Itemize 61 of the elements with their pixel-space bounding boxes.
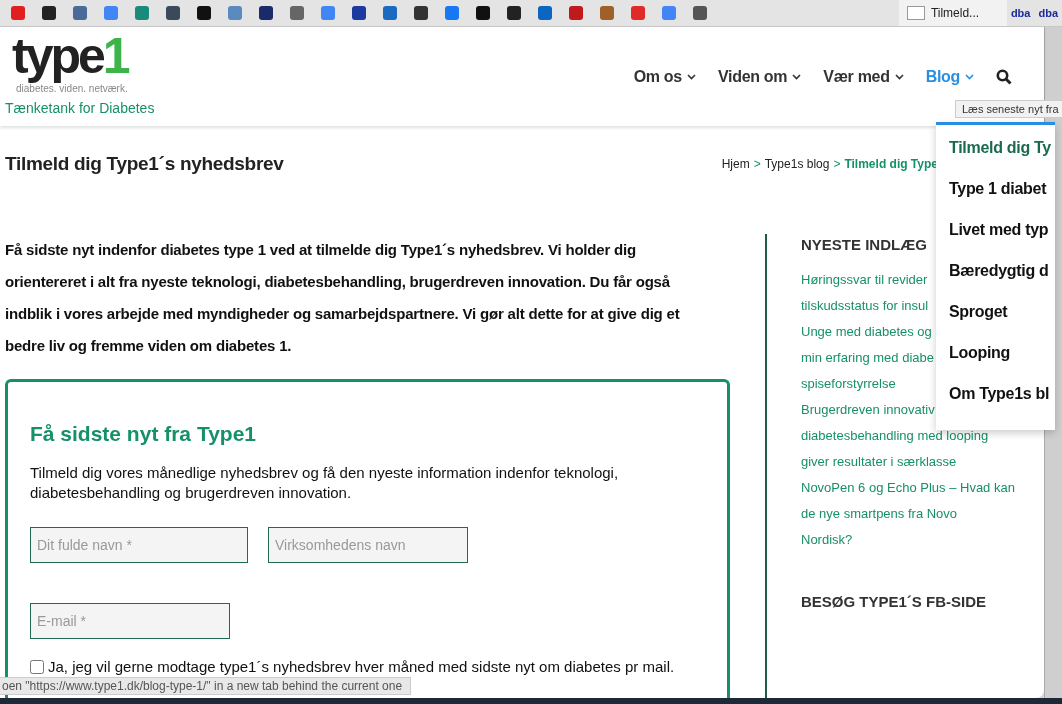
menu-item[interactable]: Tilmeld dig Ty — [936, 133, 1055, 174]
breadcrumb-link[interactable]: Type1s blog — [764, 156, 830, 171]
menu-item[interactable]: Bæredygtig d — [936, 256, 1055, 297]
bookmark-icon[interactable] — [569, 6, 583, 20]
breadcrumb-link[interactable]: Tilmeld dig Type — [844, 156, 938, 171]
bookmark-link[interactable]: dba — [1038, 7, 1058, 19]
form-title: Få sidste nyt fra Type1 — [30, 422, 258, 446]
nav-link[interactable]: Om os — [633, 68, 696, 86]
chevron-icon — [792, 74, 802, 80]
bookmark-icon[interactable] — [228, 6, 242, 20]
bookmark-icon[interactable] — [414, 6, 428, 20]
company-field[interactable]: Virksomhedens navn — [268, 527, 468, 563]
bookmark-icon[interactable] — [197, 6, 211, 20]
bookmark-icon[interactable] — [290, 6, 304, 20]
form-description: Tilmeld dig vores månedlige nyhedsbrev og få den nyeste information indenfor teknologi, diabetesbehandling og brugerdreven innovation. — [30, 463, 620, 503]
sidebar-heading: NYESTE INDLÆG — [801, 236, 928, 253]
bookmark-icon[interactable] — [693, 6, 707, 20]
bookmark-icon[interactable] — [383, 6, 397, 20]
bookmark-icon[interactable] — [259, 6, 273, 20]
menu-item[interactable]: Om Type1s bl — [936, 379, 1055, 420]
nav-link[interactable]: Viden om — [717, 68, 802, 86]
nav-link[interactable]: Vær med — [823, 68, 904, 86]
bookmark-icon[interactable] — [631, 6, 645, 20]
sidebar-heading: BESØG TYPE1´S FB-SIDE — [801, 593, 988, 610]
bookmark-icon[interactable] — [476, 6, 490, 20]
chevron-icon — [894, 74, 904, 80]
chevron-icon — [965, 74, 974, 80]
consent-checkbox[interactable] — [30, 659, 44, 674]
site-slogan: Tænketank for Diabetes — [5, 100, 155, 116]
menu-item[interactable]: Sproget — [936, 297, 1055, 338]
logo-text[interactable]: type1 — [12, 29, 132, 83]
post-link[interactable]: NovoPen 6 og Echo Plus – Hvad kan de nye smartpens fra Novo Nordisk? — [801, 475, 1015, 553]
bookmark-icon[interactable] — [538, 6, 552, 20]
breadcrumb-separator: > — [833, 156, 841, 171]
bookmark-link[interactable]: dba — [1010, 7, 1031, 19]
name-field[interactable]: Dit fulde navn * — [30, 527, 248, 563]
chevron-icon — [686, 74, 696, 80]
favicon-icon — [906, 6, 925, 20]
intro-paragraph: Få sidste nyt indenfor diabetes type 1 ved at tilmelde dig Type1´s nyhedsbrev. Vi holder dig orientereret i alt fra nyeste teknologi, diabetesbehandling, brugerdreven innovation. Du får også indblik i vores arbejde med myndigheder og samarbejdspartnere. Vi gør alt dette for at give dig et bedre liv og fremme viden om diabetes 1. — [5, 240, 681, 356]
bookmark-icon[interactable] — [11, 6, 25, 20]
breadcrumb-separator: > — [753, 156, 761, 171]
search-icon[interactable] — [996, 69, 1012, 85]
consent-label: Ja, jeg vil gerne modtage type1´s nyhedsbrev hver måned med sidste nyt om diabetes pr mail. — [48, 658, 675, 675]
menu-item[interactable]: Livet med typ — [936, 215, 1055, 256]
bookmark-icon[interactable] — [507, 6, 521, 20]
status-bar: oen "https://www.type1.dk/blog-type-1/" in a new tab behind the current one — [0, 677, 412, 695]
tooltip: Læs seneste nyt fra — [955, 100, 1062, 118]
bookmark-icon[interactable] — [352, 6, 366, 20]
page-title: Tilmeld dig Type1´s nyhedsbrev — [5, 152, 284, 175]
bookmark-icon[interactable] — [73, 6, 87, 20]
menu-item[interactable]: Type 1 diabet — [936, 174, 1055, 215]
breadcrumb-link[interactable]: Hjem — [721, 156, 750, 171]
browser-tab[interactable]: Tilmeld... — [898, 0, 1007, 26]
menu-item[interactable]: Looping — [936, 338, 1055, 379]
bookmark-icon[interactable] — [600, 6, 614, 20]
bookmark-icon[interactable] — [445, 6, 459, 20]
bookmark-icon[interactable] — [166, 6, 180, 20]
bookmark-icon[interactable] — [42, 6, 56, 20]
bookmark-icon[interactable] — [135, 6, 149, 20]
logo-tagline: diabetes. viden. netværk. — [16, 83, 128, 94]
email-field[interactable]: E-mail * — [30, 603, 230, 639]
